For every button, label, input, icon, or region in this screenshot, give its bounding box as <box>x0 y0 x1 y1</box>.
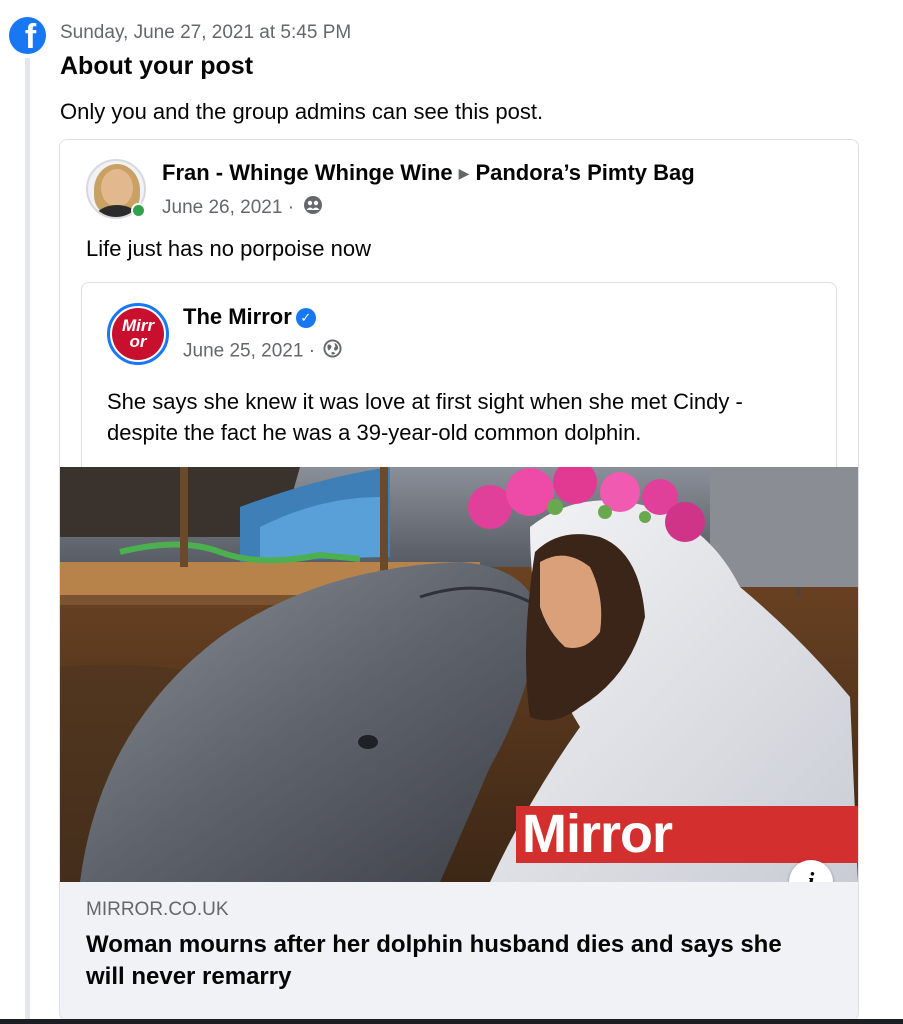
author-name-link[interactable]: Fran - Whinge Whinge Wine <box>162 160 453 185</box>
page-name-link[interactable]: The Mirror <box>183 304 292 329</box>
shared-post-meta: June 25, 2021 · <box>183 339 342 364</box>
page-title: About your post <box>60 52 254 80</box>
link-preview[interactable]: MIRROR.CO.UK Woman mourns after her dolp… <box>60 882 858 1020</box>
bottom-edge <box>0 1019 903 1024</box>
post-header: Fran - Whinge Whinge Wine ▶ Pandora’s Pimt… <box>162 160 695 186</box>
link-domain: MIRROR.CO.UK <box>86 899 229 920</box>
online-status-icon <box>131 203 146 218</box>
post-card: Fran - Whinge Whinge Wine ▶ Pandora’s Pimt… <box>59 139 859 1021</box>
link-headline[interactable]: Woman mourns after her dolphin husband d… <box>86 929 806 993</box>
mirror-watermark: Mirror <box>516 804 858 864</box>
shared-page-name: The Mirror ✓ <box>183 304 316 330</box>
visibility-notice: Only you and the group admins can see th… <box>60 99 544 124</box>
caret-right-icon: ▶ <box>458 165 470 181</box>
shared-post[interactable]: Mirr or The Mirror ✓ June 25, 2021 · She s… <box>81 282 837 472</box>
shared-post-text: She says she knew it was love at first s… <box>107 389 743 445</box>
mirror-logo-text: Mirr or <box>112 308 164 360</box>
notification-timestamp: Sunday, June 27, 2021 at 5:45 PM <box>60 22 352 43</box>
verified-badge-icon: ✓ <box>295 308 316 328</box>
thread-line <box>25 58 30 1024</box>
shared-post-date-link[interactable]: June 25, 2021 · <box>183 341 315 362</box>
post-date-link[interactable]: June 26, 2021 · <box>162 197 294 218</box>
globe-icon <box>323 339 342 364</box>
link-preview-image[interactable]: Mirror i <box>60 467 858 882</box>
post-body-text: Life just has no porpoise now <box>86 236 371 261</box>
post-meta: June 26, 2021 · <box>162 195 323 221</box>
group-name-link[interactable]: Pandora’s Pimty Bag <box>475 160 694 185</box>
facebook-logo-icon: f <box>9 17 46 54</box>
mirror-page-avatar[interactable]: Mirr or <box>107 303 169 365</box>
group-icon <box>303 195 323 221</box>
